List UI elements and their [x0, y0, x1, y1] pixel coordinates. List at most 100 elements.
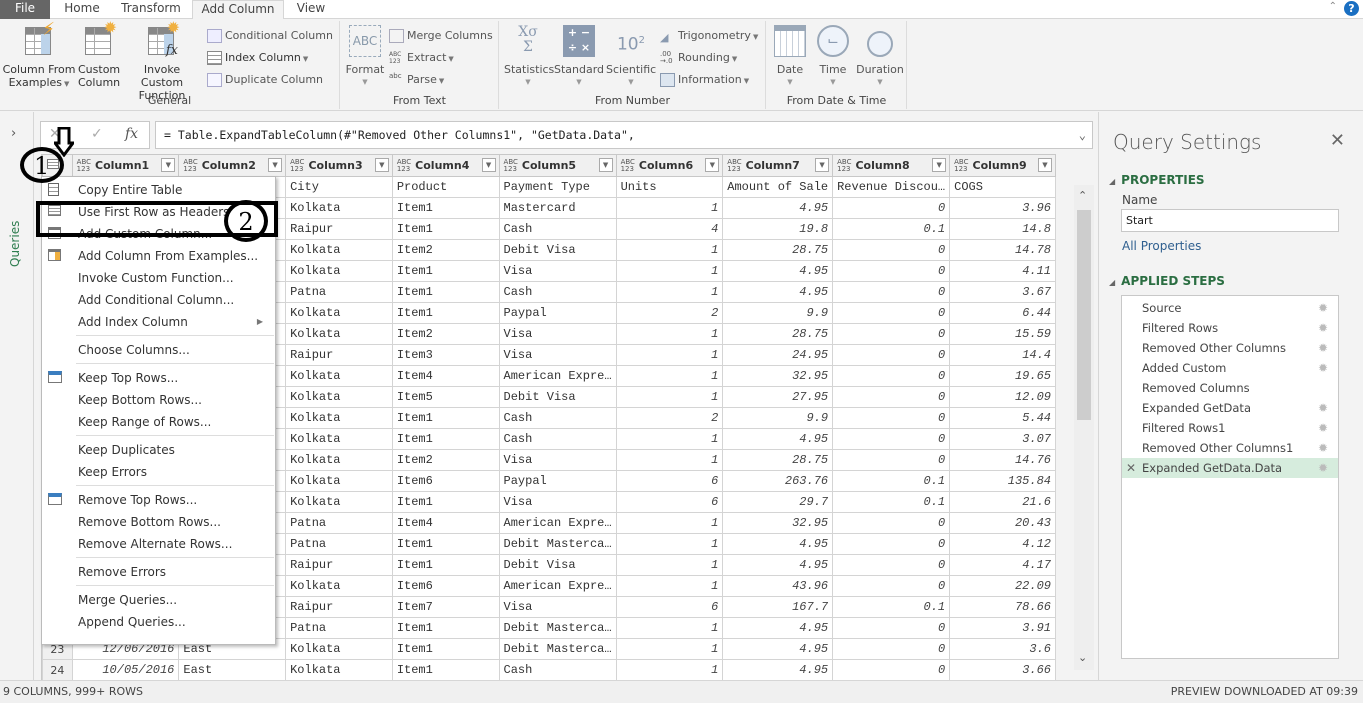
expand-queries-icon[interactable]: ›: [11, 126, 16, 141]
table-cell[interactable]: 1: [615, 365, 724, 387]
tab-transform[interactable]: Transform: [114, 0, 188, 19]
table-cell[interactable]: 1: [615, 575, 724, 597]
table-cell[interactable]: Item1: [391, 533, 500, 555]
table-cell[interactable]: Item3: [391, 344, 500, 366]
table-cell[interactable]: Item1: [391, 428, 500, 450]
table-cell[interactable]: Units: [615, 176, 724, 198]
column-header[interactable]: ABC 123 Column2 ▼: [178, 154, 287, 177]
table-cell[interactable]: 27.95: [722, 386, 834, 408]
table-cell[interactable]: 0: [832, 659, 951, 680]
filter-dropdown-icon[interactable]: ▼: [374, 158, 389, 172]
any-type-icon[interactable]: ABC 123: [77, 158, 91, 173]
table-cell[interactable]: 28.75: [722, 449, 834, 471]
table-cell[interactable]: Kolkata: [285, 659, 393, 680]
table-cell[interactable]: 4: [615, 218, 724, 240]
scroll-down-icon[interactable]: ⌄: [1078, 651, 1087, 664]
table-cell[interactable]: Item1: [391, 407, 500, 429]
any-type-icon[interactable]: ABC 123: [397, 158, 411, 173]
duplicate-column-button[interactable]: Duplicate Column: [207, 71, 323, 89]
gear-icon[interactable]: ✹: [1318, 338, 1328, 358]
custom-column-button[interactable]: ✹ Custom Column: [78, 20, 120, 90]
table-cell[interactable]: 0: [832, 281, 951, 303]
table-cell[interactable]: Item1: [391, 554, 500, 576]
table-cell[interactable]: Visa: [498, 344, 617, 366]
table-cell[interactable]: American Expre…: [498, 575, 617, 597]
table-cell[interactable]: 1: [615, 323, 724, 345]
table-cell[interactable]: Visa: [498, 491, 617, 513]
table-cell[interactable]: 0: [832, 239, 951, 261]
table-cell[interactable]: 4.95: [722, 428, 834, 450]
table-cell[interactable]: 19.65: [949, 365, 1056, 387]
column-header[interactable]: ABC 123 Column4 ▼: [391, 154, 500, 177]
table-cell[interactable]: 1: [615, 239, 724, 261]
table-cell[interactable]: 0: [832, 554, 951, 576]
table-cell[interactable]: 3.91: [949, 617, 1056, 639]
menu-item[interactable]: Remove Top Rows...: [42, 489, 275, 511]
table-cell[interactable]: Paypal: [498, 302, 617, 324]
table-cell[interactable]: 22.09: [949, 575, 1056, 597]
table-cell[interactable]: 1: [615, 617, 724, 639]
table-cell[interactable]: Kolkata: [285, 470, 393, 492]
merge-columns-button[interactable]: Merge Columns: [389, 27, 493, 45]
table-cell[interactable]: 4.95: [722, 197, 834, 219]
table-cell[interactable]: Kolkata: [285, 260, 393, 282]
any-type-icon[interactable]: ABC 123: [837, 158, 851, 173]
table-cell[interactable]: 135.84: [949, 470, 1056, 492]
table-cell[interactable]: Item7: [391, 596, 500, 618]
table-cell[interactable]: Product: [391, 176, 500, 198]
table-cell[interactable]: 28.75: [722, 323, 834, 345]
table-cell[interactable]: Debit Visa: [498, 554, 617, 576]
table-cell[interactable]: 4.95: [722, 659, 834, 680]
table-cell[interactable]: 3.96: [949, 197, 1056, 219]
table-cell[interactable]: 1: [615, 386, 724, 408]
filter-dropdown-icon[interactable]: ▼: [481, 158, 496, 172]
table-cell[interactable]: Kolkata: [285, 428, 393, 450]
table-cell[interactable]: 20.43: [949, 512, 1056, 534]
gear-icon[interactable]: ✹: [1318, 398, 1328, 418]
table-cell[interactable]: Payment Type: [498, 176, 617, 198]
scroll-up-icon[interactable]: ⌃: [1078, 189, 1087, 202]
table-cell[interactable]: 0: [832, 638, 951, 660]
table-cell[interactable]: Paypal: [498, 470, 617, 492]
table-cell[interactable]: 43.96: [722, 575, 834, 597]
table-cell[interactable]: American Expre…: [498, 365, 617, 387]
table-cell[interactable]: Item1: [391, 302, 500, 324]
format-button[interactable]: ABC Format ▼: [343, 25, 387, 89]
table-cell[interactable]: 0: [832, 428, 951, 450]
table-cell[interactable]: 14.8: [949, 218, 1056, 240]
standard-button[interactable]: + − ÷ × Standard ▼: [554, 25, 604, 89]
table-cell[interactable]: 24.95: [722, 344, 834, 366]
table-cell[interactable]: 0: [832, 617, 951, 639]
table-cell[interactable]: Item1: [391, 281, 500, 303]
table-cell[interactable]: 1: [615, 428, 724, 450]
menu-item[interactable]: Keep Bottom Rows...: [42, 389, 275, 411]
menu-item[interactable]: Invoke Custom Function...: [42, 267, 275, 289]
table-cell[interactable]: Item6: [391, 575, 500, 597]
menu-item[interactable]: Add Conditional Column...: [42, 289, 275, 311]
any-type-icon[interactable]: ABC 123: [290, 158, 304, 173]
table-cell[interactable]: 1: [615, 659, 724, 680]
query-name-input[interactable]: Start: [1121, 209, 1339, 232]
column-from-examples-button[interactable]: ⚡ Column From Examples ▼: [2, 21, 76, 91]
table-cell[interactable]: Debit Masterca…: [498, 617, 617, 639]
invoke-custom-function-button[interactable]: ✹ fx Invoke Custom Function: [122, 20, 202, 103]
table-cell[interactable]: Debit Visa: [498, 239, 617, 261]
applied-step[interactable]: Filtered Rows ✹: [1122, 318, 1338, 338]
table-cell[interactable]: Patna: [285, 512, 393, 534]
table-cell[interactable]: 0: [832, 197, 951, 219]
delete-step-icon[interactable]: ✕: [1126, 458, 1136, 478]
filter-dropdown-icon[interactable]: ▼: [815, 158, 830, 172]
conditional-column-button[interactable]: Conditional Column: [207, 27, 333, 45]
table-cell[interactable]: Revenue Discou…: [832, 176, 951, 198]
table-cell[interactable]: COGS: [949, 176, 1056, 198]
applied-step[interactable]: Expanded GetData ✹: [1122, 398, 1338, 418]
applied-step[interactable]: Added Custom ✹: [1122, 358, 1338, 378]
table-cell[interactable]: 3.66: [949, 659, 1056, 680]
gear-icon[interactable]: ✹: [1318, 418, 1328, 438]
table-cell[interactable]: Amount of Sale: [722, 176, 834, 198]
table-cell[interactable]: Patna: [285, 617, 393, 639]
table-cell[interactable]: 4.17: [949, 554, 1056, 576]
table-cell[interactable]: Cash: [498, 659, 617, 680]
table-cell[interactable]: Debit Masterca…: [498, 638, 617, 660]
gear-icon[interactable]: ✹: [1318, 438, 1328, 458]
